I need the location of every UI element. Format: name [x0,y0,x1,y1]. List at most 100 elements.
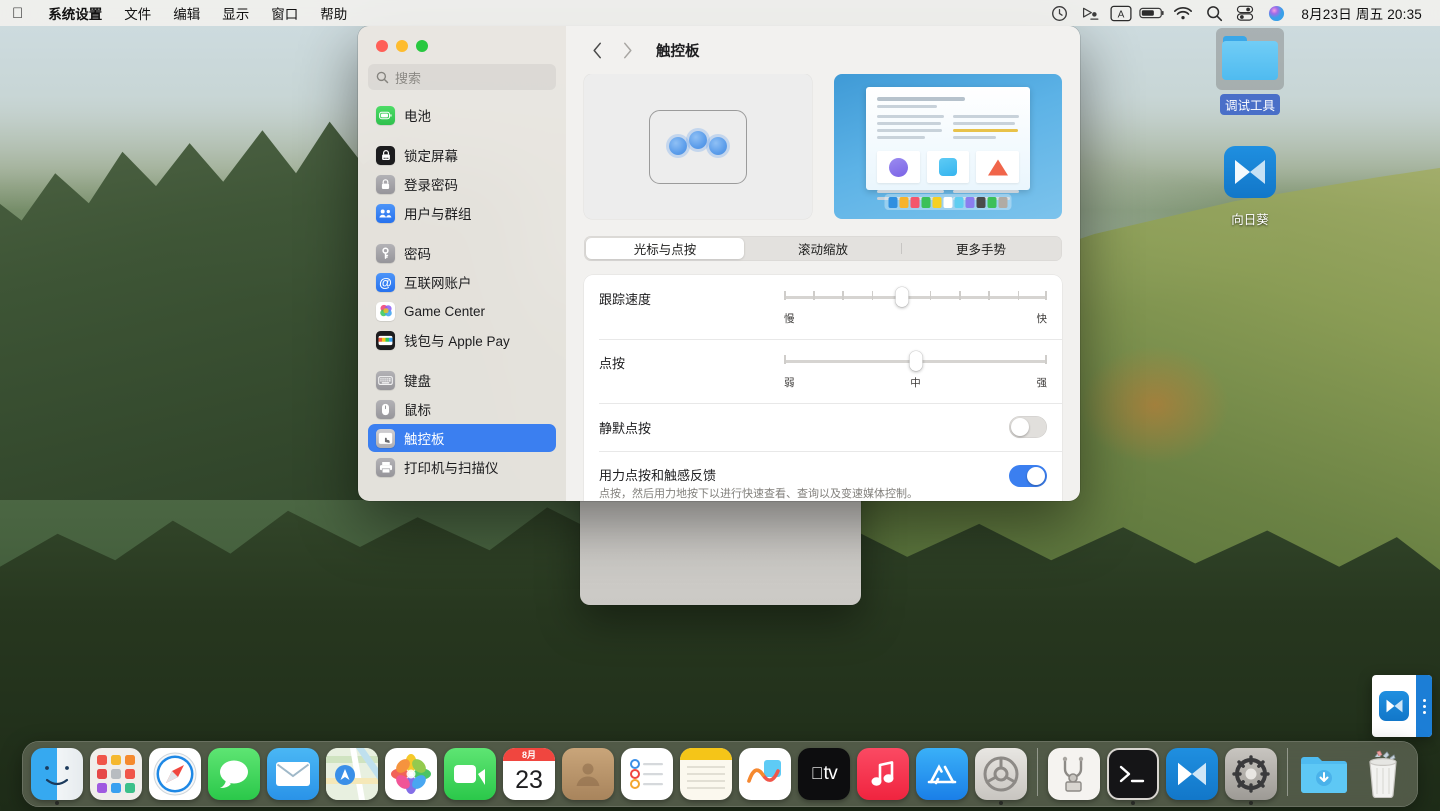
battery-icon[interactable] [1138,2,1166,24]
printer-icon [376,458,395,477]
sidebar-item-wallet-apple-pay[interactable]: 钱包与 Apple Pay [368,326,556,354]
click-pressure-scale: 弱 中 强 [784,375,1047,390]
tv-icon: tv [798,748,850,800]
dock-item-maps[interactable] [326,748,378,800]
finger-dot-left [669,137,687,155]
apple-logo-icon[interactable]:  [12,6,23,21]
dock-item-gear-app[interactable] [1225,748,1277,800]
close-button[interactable] [376,40,388,52]
menu-item-file[interactable]: 文件 [113,3,162,23]
forward-button[interactable] [614,37,640,63]
dock-item-photos[interactable] [385,748,437,800]
dock-item-downloads[interactable] [1298,748,1350,800]
sidebar-item-login-password[interactable]: 登录密码 [368,170,556,198]
dock-item-mail[interactable] [267,748,319,800]
dock-item-terminal[interactable] [1107,748,1159,800]
dock-item-tv[interactable]: tv [798,748,850,800]
slider-knob[interactable] [896,287,909,307]
dock-item-system-settings[interactable] [975,748,1027,800]
spotlight-search-icon[interactable] [1200,2,1228,24]
time-machine-icon[interactable] [1045,2,1073,24]
row-label: 静默点按 [599,417,1009,437]
sidebar-item-users-groups[interactable]: 用户与群组 [368,199,556,227]
sidebar-item-game-center[interactable]: Game Center [368,297,556,325]
dock-item-finder[interactable] [31,748,83,800]
settings-sidebar: 搜索 电池 锁定屏幕 登录密码 [358,26,566,501]
app-store-icon [916,748,968,800]
menu-item-edit[interactable]: 编辑 [162,3,211,23]
sunflower-remote-widget[interactable] [1372,675,1432,737]
menu-bar-clock[interactable]: 8月23日 周五 20:35 [1293,3,1428,23]
dock-divider [1287,748,1288,796]
back-button[interactable] [584,37,610,63]
dock-item-music[interactable] [857,748,909,800]
sidebar-item-passwords[interactable]: 密码 [368,239,556,267]
dock-item-calendar[interactable]: 8月 23 [503,748,555,800]
click-pressure-slider[interactable] [784,352,1047,370]
dock-item-safari[interactable] [149,748,201,800]
silent-clicking-toggle[interactable] [1009,416,1047,438]
dock-item-notes[interactable] [680,748,732,800]
row-force-click: 用力点按和触感反馈 点按，然后用力地按下以进行快速查看、查询以及变速媒体控制。 [584,451,1062,501]
dock-item-facetime[interactable] [444,748,496,800]
control-center-icon[interactable] [1231,2,1259,24]
force-click-toggle[interactable] [1009,465,1047,487]
calendar-day: 23 [515,761,543,800]
tab-point-click[interactable]: 光标与点按 [586,238,744,259]
doc-column-right [953,115,1020,143]
widget-menu-button[interactable] [1416,675,1432,737]
widget-app-icon[interactable] [1372,675,1416,737]
screen-sharing-icon[interactable] [1076,2,1104,24]
sidebar-item-lock-screen[interactable]: 锁定屏幕 [368,141,556,169]
search-icon [376,71,389,84]
sidebar-item-keyboard[interactable]: 键盘 [368,366,556,394]
color-swatch-row[interactable] [885,194,1012,210]
dock-item-trash[interactable] [1357,748,1409,800]
slider-knob[interactable] [909,351,922,371]
tab-scroll-zoom[interactable]: 滚动缩放 [744,238,902,259]
dock-item-contacts[interactable] [562,748,614,800]
doc-columns-top [877,115,1019,143]
terminal-icon [1107,748,1159,800]
desktop-icon-debug-tools[interactable]: 调试工具 [1198,28,1302,120]
siri-icon[interactable] [1262,2,1290,24]
wifi-icon[interactable] [1169,2,1197,24]
dock-item-freeform[interactable] [739,748,791,800]
safari-icon [149,748,201,800]
system-settings-window[interactable]: 搜索 电池 锁定屏幕 登录密码 [358,26,1080,501]
sidebar-group-divider [368,228,556,239]
row-label: 点按 [599,352,784,372]
shape-circle [877,151,920,183]
desktop-icon-sunflower[interactable]: 向日葵 [1198,142,1302,234]
sidebar-item-mouse[interactable]: 鼠标 [368,395,556,423]
menu-item-view[interactable]: 显示 [211,3,260,23]
freeform-icon [739,748,791,800]
sidebar-item-internet-accounts[interactable]: @ 互联网账户 [368,268,556,296]
tracking-speed-slider[interactable] [784,288,1047,306]
sidebar-item-label: 登录密码 [404,174,458,194]
input-source-icon[interactable]: A [1107,2,1135,24]
sidebar-item-battery[interactable]: 电池 [368,101,556,129]
menu-item-help[interactable]: 帮助 [309,3,358,23]
dock-item-activity-monitor[interactable] [1048,748,1100,800]
trackpad-demo-video[interactable] [834,74,1062,219]
calendar-icon: 8月 23 [503,748,555,800]
dock-item-sunflower[interactable] [1166,748,1218,800]
users-groups-icon [376,204,395,223]
search-input[interactable]: 搜索 [368,64,556,90]
sidebar-item-printers-scanners[interactable]: 打印机与扫描仪 [368,453,556,481]
menu-item-app[interactable]: 系统设置 [37,3,113,23]
sidebar-item-trackpad[interactable]: 触控板 [368,424,556,452]
running-indicator [1249,801,1253,805]
tab-more-gestures[interactable]: 更多手势 [902,238,1060,259]
dock-item-reminders[interactable] [621,748,673,800]
dock-item-launchpad[interactable] [90,748,142,800]
dock-item-messages[interactable] [208,748,260,800]
settings-content-pane: 触控板 [566,26,1080,501]
three-finger-gesture-preview [584,74,812,219]
dock-item-app-store[interactable] [916,748,968,800]
tracking-speed-control: 慢 快 [784,288,1047,326]
minimize-button[interactable] [396,40,408,52]
zoom-button[interactable] [416,40,428,52]
menu-item-window[interactable]: 窗口 [260,3,309,23]
